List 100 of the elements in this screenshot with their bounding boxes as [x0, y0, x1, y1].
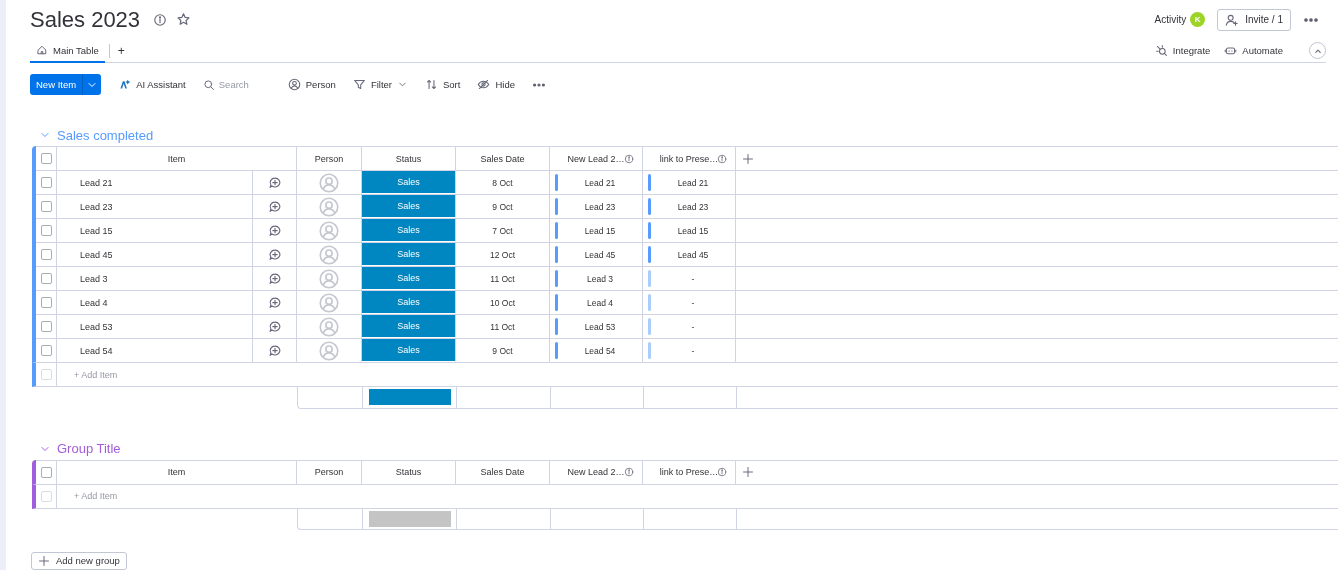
add-comment-icon[interactable] — [267, 319, 282, 334]
add-group-button[interactable]: Add new group — [31, 552, 127, 570]
linked-item[interactable]: Lead 21 — [558, 177, 642, 188]
item-name[interactable]: Lead 3 — [57, 267, 253, 291]
column-header[interactable]: New Lead 2… — [567, 467, 625, 478]
date-cell: 7 Oct — [456, 219, 550, 243]
hide-button[interactable]: Hide — [477, 78, 515, 92]
add-comment-icon[interactable] — [267, 295, 282, 310]
info-icon[interactable] — [624, 153, 634, 164]
item-name[interactable]: Lead 4 — [57, 291, 253, 315]
invite-button[interactable]: Invite / 1 — [1217, 8, 1291, 31]
status-label[interactable]: Sales — [362, 291, 456, 315]
column-header[interactable]: link to Prese… — [659, 467, 719, 478]
link-bar — [555, 222, 558, 240]
empty-value[interactable]: - — [651, 345, 735, 356]
group-title[interactable]: Group Title — [57, 441, 121, 457]
ai-button[interactable]: AI Assistant — [118, 78, 186, 92]
linked-item[interactable]: Lead 4 — [558, 297, 642, 308]
checkbox[interactable] — [40, 297, 52, 309]
linked-item[interactable]: Lead 53 — [558, 321, 642, 332]
new-item-button[interactable]: New Item — [30, 74, 102, 96]
column-header[interactable]: Sales Date — [480, 153, 525, 164]
status-label[interactable]: Sales — [362, 171, 456, 195]
checkbox[interactable] — [40, 273, 52, 285]
checkbox[interactable] — [40, 177, 52, 189]
add-view-button[interactable]: + — [113, 43, 129, 58]
column-header[interactable]: Item — [167, 153, 186, 164]
info-icon[interactable] — [153, 12, 168, 27]
column-header[interactable]: Person — [314, 467, 344, 478]
column-header[interactable]: New Lead 2… — [567, 153, 625, 164]
linked-item[interactable]: Lead 15 — [651, 225, 735, 236]
empty-value[interactable]: - — [651, 297, 735, 308]
add-comment-icon[interactable] — [267, 343, 282, 358]
column-header[interactable]: Status — [395, 467, 422, 478]
view-tab[interactable]: Main Table — [30, 39, 105, 63]
person-avatar-icon[interactable] — [319, 292, 339, 313]
checkbox[interactable] — [40, 466, 52, 478]
column-header[interactable]: Person — [314, 153, 344, 164]
add-comment-icon[interactable] — [267, 223, 282, 238]
add-comment-icon[interactable] — [267, 247, 282, 262]
column-header[interactable]: Sales Date — [480, 467, 525, 478]
add-comment-icon[interactable] — [267, 175, 282, 190]
linked-item[interactable]: Lead 21 — [651, 177, 735, 188]
checkbox[interactable] — [40, 153, 52, 165]
empty-value[interactable]: - — [651, 321, 735, 332]
person-avatar-icon[interactable] — [319, 172, 339, 193]
linked-item[interactable]: Lead 54 — [558, 345, 642, 356]
linked-item[interactable]: Lead 45 — [558, 249, 642, 260]
linked-item[interactable]: Lead 3 — [558, 273, 642, 284]
person-avatar-icon[interactable] — [319, 316, 339, 337]
item-name[interactable]: Lead 54 — [57, 339, 253, 363]
add-comment-icon[interactable] — [267, 271, 282, 286]
link-bar — [555, 294, 558, 312]
add-column-icon[interactable] — [742, 466, 754, 479]
status-label[interactable]: Sales — [362, 219, 456, 243]
toolbar-button[interactable]: Automate — [1224, 44, 1283, 58]
linked-item[interactable]: Lead 45 — [651, 249, 735, 260]
checkbox[interactable] — [40, 345, 52, 357]
activity-button[interactable]: Activity K — [1154, 12, 1206, 28]
person-avatar-icon[interactable] — [319, 268, 339, 289]
checkbox[interactable] — [40, 225, 52, 237]
status-label[interactable]: Sales — [362, 243, 456, 267]
person-avatar-icon[interactable] — [319, 244, 339, 265]
board-title: Sales 2023 — [30, 6, 142, 33]
person-button[interactable]: Person — [287, 78, 336, 92]
linked-item[interactable]: Lead 15 — [558, 225, 642, 236]
add-comment-icon[interactable] — [267, 199, 282, 214]
person-avatar-icon[interactable] — [319, 196, 339, 217]
info-icon[interactable] — [624, 467, 634, 478]
add-column-icon[interactable] — [742, 152, 754, 165]
date-cell: 12 Oct — [456, 243, 550, 267]
item-name[interactable]: Lead 53 — [57, 315, 253, 339]
item-name[interactable]: Lead 21 — [57, 171, 253, 195]
person-icon — [287, 78, 301, 92]
checkbox[interactable] — [40, 321, 52, 333]
item-name[interactable]: Lead 15 — [57, 219, 253, 243]
linked-item[interactable]: Lead 23 — [558, 201, 642, 212]
item-name[interactable]: Lead 45 — [57, 243, 253, 267]
toolbar-button[interactable]: Integrate — [1154, 44, 1211, 58]
column-header[interactable]: link to Prese… — [659, 153, 719, 164]
person-avatar-icon[interactable] — [319, 220, 339, 241]
status-label[interactable]: Sales — [362, 315, 456, 339]
status-label[interactable]: Sales — [362, 339, 456, 363]
person-avatar-icon[interactable] — [319, 340, 339, 361]
date-cell: 11 Oct — [456, 315, 550, 339]
status-label[interactable]: Sales — [362, 195, 456, 219]
column-header[interactable]: Status — [395, 153, 422, 164]
star-icon[interactable] — [176, 12, 192, 28]
empty-value[interactable]: - — [651, 273, 735, 284]
linked-item[interactable]: Lead 23 — [651, 201, 735, 212]
checkbox[interactable] — [40, 201, 52, 213]
column-header[interactable]: Item — [167, 467, 186, 478]
sort-icon — [425, 78, 438, 92]
info-icon[interactable] — [717, 467, 727, 478]
info-icon[interactable] — [717, 153, 727, 164]
filter-button[interactable]: Filter — [352, 78, 392, 92]
checkbox[interactable] — [40, 249, 52, 261]
item-name[interactable]: Lead 23 — [57, 195, 253, 219]
status-label[interactable]: Sales — [362, 267, 456, 291]
sort-button[interactable]: Sort — [425, 78, 461, 92]
